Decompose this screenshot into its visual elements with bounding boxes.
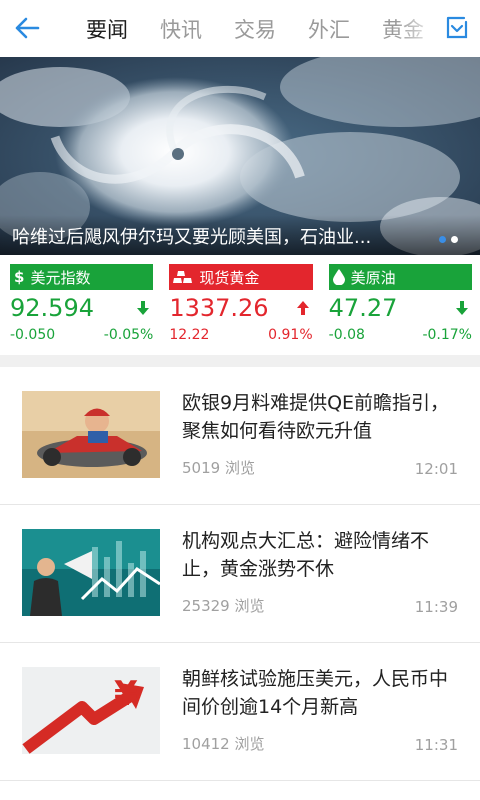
news-title: 机构观点大汇总：避险情绪不止，黄金涨势不休 — [182, 530, 430, 580]
news-item[interactable]: 机构观点大汇总：避险情绪不止，黄金涨势不休 25329 浏览 11:39 — [0, 505, 480, 643]
quote-change: 12.22 — [169, 327, 210, 343]
quote-name: 美元指数 — [30, 268, 91, 287]
banner-dot-2[interactable] — [451, 236, 458, 243]
tab-forex[interactable]: 外汇 — [292, 14, 366, 44]
news-thumbnail — [22, 391, 160, 478]
tab-trade[interactable]: 交易 — [218, 14, 292, 44]
news-title: 欧银9月料难提供QE前瞻指引，聚焦如何看待欧元升值 — [182, 392, 450, 442]
news-views: 5019 浏览 — [182, 459, 255, 477]
quote-name: 现货黄金 — [199, 268, 260, 287]
quote-card-spot-gold[interactable]: 现货黄金 1337.26 12.22 0.91% — [169, 255, 313, 355]
tab-headlines[interactable]: 要闻 — [70, 14, 144, 44]
news-thumbnail: ¥ — [22, 667, 160, 754]
market-quotes: $ 美元指数 92.594 -0.050 -0.05% 现货黄金 1337.26… — [0, 255, 480, 355]
tab-gold[interactable]: 黄金 — [366, 14, 440, 44]
headline-banner[interactable]: 哈维过后飓风伊尔玛又要光顾美国，石油业... — [0, 57, 480, 255]
category-tabs: 要闻 快讯 交易 外汇 黄金 — [70, 0, 450, 57]
tab-flash[interactable]: 快讯 — [144, 14, 218, 44]
quote-percent: 0.91% — [268, 327, 313, 343]
top-bar: 要闻 快讯 交易 外汇 黄金 — [0, 0, 480, 57]
news-list: 欧银9月料难提供QE前瞻指引，聚焦如何看待欧元升值 5019 浏览 12:01 … — [0, 367, 480, 781]
section-divider — [0, 355, 480, 367]
tab-manage-icon — [446, 16, 468, 39]
quote-price: 92.594 — [10, 294, 94, 322]
yuan-arrow-thumbnail: ¥ — [22, 667, 160, 754]
news-time: 12:01 — [414, 460, 458, 478]
svg-text:¥: ¥ — [114, 674, 138, 714]
banner-pagination — [439, 236, 458, 243]
news-thumbnail — [22, 529, 160, 616]
quote-change: -0.050 — [10, 327, 56, 343]
quote-percent: -0.05% — [103, 327, 154, 343]
news-views: 10412 浏览 — [182, 735, 265, 753]
back-button[interactable] — [10, 11, 44, 45]
quote-card-crude-oil[interactable]: 美原油 47.27 -0.08 -0.17% — [328, 255, 472, 355]
news-item[interactable]: ¥ 朝鲜核试验施压美元，人民币中间价创逾14个月新高 10412 浏览 11:3… — [0, 643, 480, 781]
dollar-icon: $ — [14, 268, 25, 286]
banner-caption: 哈维过后飓风伊尔玛又要光顾美国，石油业... — [12, 227, 372, 248]
tab-manage-button[interactable] — [442, 13, 472, 43]
kart-racer-thumbnail — [22, 391, 160, 478]
quote-header: 现货黄金 — [169, 264, 313, 290]
news-title: 朝鲜核试验施压美元，人民币中间价创逾14个月新高 — [182, 668, 449, 718]
arrow-up-icon — [296, 301, 309, 315]
megaphone-chart-thumbnail — [22, 529, 160, 616]
quote-header: $ 美元指数 — [10, 264, 154, 290]
quote-change: -0.08 — [328, 327, 365, 343]
quote-header: 美原油 — [328, 264, 472, 290]
quote-price: 1337.26 — [169, 294, 269, 322]
arrow-down-icon — [455, 301, 468, 315]
quote-price: 47.27 — [328, 294, 398, 322]
news-time: 11:39 — [414, 598, 458, 616]
news-time: 11:31 — [414, 736, 458, 754]
news-item[interactable]: 欧银9月料难提供QE前瞻指引，聚焦如何看待欧元升值 5019 浏览 12:01 — [0, 367, 480, 505]
quote-percent: -0.17% — [422, 327, 472, 343]
news-views: 25329 浏览 — [182, 597, 265, 615]
quote-name: 美原油 — [350, 268, 396, 287]
quote-card-usd-index[interactable]: $ 美元指数 92.594 -0.050 -0.05% — [10, 255, 154, 355]
banner-dot-1[interactable] — [439, 236, 446, 243]
arrow-down-icon — [137, 301, 150, 315]
gold-bars-icon — [173, 271, 193, 283]
back-arrow-icon — [15, 17, 40, 39]
oil-drop-icon — [332, 269, 345, 285]
